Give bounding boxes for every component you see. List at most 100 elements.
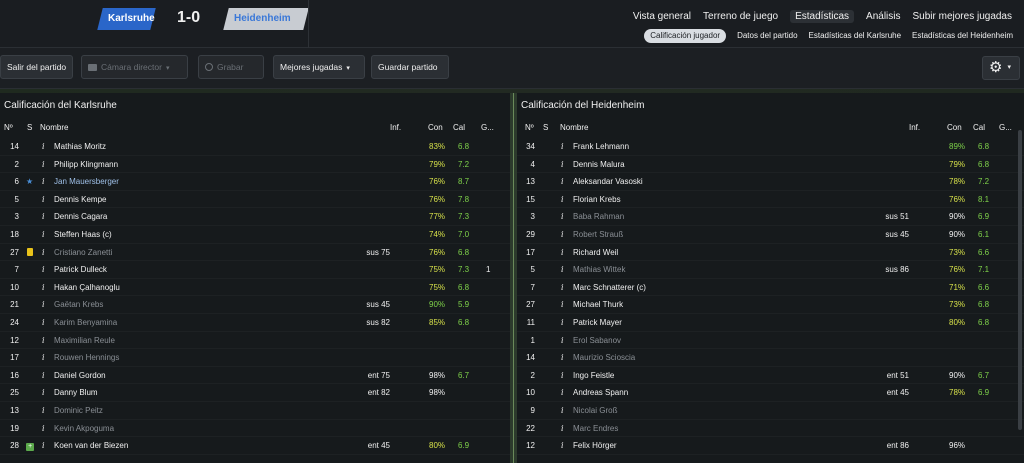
col-number[interactable]: Nº <box>525 123 534 132</box>
player-info-icon[interactable]: i <box>42 283 45 292</box>
player-name[interactable]: Erol Sabanov <box>573 336 621 345</box>
table-row[interactable]: 1 i Erol Sabanov <box>517 332 1024 350</box>
table-row[interactable]: 10 i Andreas Spann ent 45 78% 6.9 <box>517 384 1024 402</box>
player-name[interactable]: Philipp Klingmann <box>54 160 118 169</box>
table-row[interactable]: 10 i Hakan Çalhanoglu 75% 6.8 <box>0 279 510 297</box>
player-info-icon[interactable]: i <box>561 248 564 257</box>
player-name[interactable]: Hakan Çalhanoglu <box>54 283 120 292</box>
table-row[interactable]: 19 i Kevin Akpoguma <box>0 420 510 438</box>
player-info-icon[interactable]: i <box>42 230 45 239</box>
player-name[interactable]: Florian Krebs <box>573 195 621 204</box>
player-name[interactable]: Maurizio Scioscia <box>573 353 635 362</box>
player-info-icon[interactable]: i <box>42 177 45 186</box>
player-info-icon[interactable]: i <box>561 283 564 292</box>
table-row[interactable]: 22 i Marc Endres <box>517 420 1024 438</box>
settings-menu-button[interactable]: ⚙ ▾ <box>982 56 1020 80</box>
tab-subir-mejores-jugadas[interactable]: Subir mejores jugadas <box>913 11 1013 23</box>
player-name[interactable]: Marc Schnatterer (c) <box>573 283 646 292</box>
table-row[interactable]: 27 i Michael Thurk 73% 6.8 <box>517 296 1024 314</box>
player-name[interactable]: Dennis Kempe <box>54 195 106 204</box>
player-name[interactable]: Frank Lehmann <box>573 142 629 151</box>
home-team-badge[interactable]: Karlsruhe <box>97 8 156 30</box>
player-info-icon[interactable]: i <box>561 230 564 239</box>
col-con[interactable]: Con <box>947 123 962 132</box>
table-row[interactable]: 21 i Gaëtan Krebs sus 45 90% 5.9 <box>0 296 510 314</box>
table-row[interactable]: 28 + i Koen van der Biezen ent 45 80% 6.9 <box>0 437 510 455</box>
player-name[interactable]: Ingo Feistle <box>573 371 614 380</box>
table-row[interactable]: 14 i Maurizio Scioscia <box>517 349 1024 367</box>
player-info-icon[interactable]: i <box>561 160 564 169</box>
player-name[interactable]: Cristiano Zanetti <box>54 248 112 257</box>
subtab-estadisticas-heidenheim[interactable]: Estadísticas del Heidenheim <box>912 29 1013 43</box>
away-team-badge[interactable]: Heidenheim <box>223 8 309 30</box>
table-row[interactable]: 3 i Dennis Cagara 77% 7.3 <box>0 208 510 226</box>
player-info-icon[interactable]: i <box>561 177 564 186</box>
table-row[interactable]: 24 i Karim Benyamina sus 82 85% 6.8 <box>0 314 510 332</box>
player-name[interactable]: Jan Mauersberger <box>54 177 119 186</box>
player-info-icon[interactable]: i <box>42 388 45 397</box>
tab-analisis[interactable]: Análisis <box>866 11 900 23</box>
player-name[interactable]: Aleksandar Vasoski <box>573 177 643 186</box>
exit-match-button[interactable]: Salir del partido <box>0 55 74 79</box>
player-info-icon[interactable]: i <box>561 371 564 380</box>
table-row[interactable]: 27 i Cristiano Zanetti sus 75 76% 6.8 <box>0 244 510 262</box>
table-row[interactable]: 11 i Patrick Mayer 80% 6.8 <box>517 314 1024 332</box>
player-name[interactable]: Richard Weil <box>573 248 618 257</box>
table-row[interactable]: 34 i Frank Lehmann 89% 6.8 <box>517 138 1024 156</box>
highlights-dropdown[interactable]: Mejores jugadas ▾ <box>273 55 365 79</box>
player-name[interactable]: Steffen Haas (c) <box>54 230 112 239</box>
player-name[interactable]: Felix Hörger <box>573 441 617 450</box>
player-info-icon[interactable]: i <box>561 142 564 151</box>
tab-terreno-de-juego[interactable]: Terreno de juego <box>703 11 778 23</box>
player-info-icon[interactable]: i <box>561 406 564 415</box>
player-info-icon[interactable]: i <box>42 353 45 362</box>
table-row[interactable]: 9 i Nicolai Groß <box>517 402 1024 420</box>
player-info-icon[interactable]: i <box>561 441 564 450</box>
player-info-icon[interactable]: i <box>42 160 45 169</box>
table-row[interactable]: 14 i Mathias Moritz 83% 6.8 <box>0 138 510 156</box>
player-name[interactable]: Rouwen Hennings <box>54 353 119 362</box>
player-info-icon[interactable]: i <box>42 212 45 221</box>
table-row[interactable]: 17 i Richard Weil 73% 6.6 <box>517 244 1024 262</box>
player-name[interactable]: Marc Endres <box>573 424 618 433</box>
col-info[interactable]: Inf. <box>390 123 401 132</box>
player-name[interactable]: Maximilian Reule <box>54 336 115 345</box>
player-info-icon[interactable]: i <box>561 300 564 309</box>
camera-director-dropdown[interactable]: Cámara director ▾ <box>81 55 188 79</box>
record-button[interactable]: Grabar <box>198 55 264 79</box>
player-info-icon[interactable]: i <box>42 371 45 380</box>
tab-estadisticas[interactable]: Estadísticas <box>790 10 855 23</box>
table-row[interactable]: 13 i Dominic Peitz <box>0 402 510 420</box>
table-row[interactable]: 3 i Baba Rahman sus 51 90% 6.9 <box>517 208 1024 226</box>
col-name[interactable]: Nombre <box>560 123 588 132</box>
player-info-icon[interactable]: i <box>42 265 45 274</box>
subtab-datos-del-partido[interactable]: Datos del partido <box>737 29 797 43</box>
player-name[interactable]: Mathias Wittek <box>573 265 625 274</box>
subtab-calificacion-jugador[interactable]: Calificación jugador <box>644 29 727 43</box>
col-cal[interactable]: Cal <box>453 123 465 132</box>
table-row[interactable]: 15 i Florian Krebs 76% 8.1 <box>517 191 1024 209</box>
player-name[interactable]: Nicolai Groß <box>573 406 617 415</box>
player-name[interactable]: Danny Blum <box>54 388 98 397</box>
col-status[interactable]: S <box>27 123 32 132</box>
table-row[interactable]: 7 i Marc Schnatterer (c) 71% 6.6 <box>517 279 1024 297</box>
player-info-icon[interactable]: i <box>561 265 564 274</box>
player-info-icon[interactable]: i <box>42 406 45 415</box>
table-row[interactable]: 5 i Dennis Kempe 76% 7.8 <box>0 191 510 209</box>
player-name[interactable]: Robert Strauß <box>573 230 623 239</box>
scrollbar[interactable] <box>1018 130 1022 430</box>
player-name[interactable]: Daniel Gordon <box>54 371 106 380</box>
col-cal[interactable]: Cal <box>973 123 985 132</box>
player-info-icon[interactable]: i <box>561 195 564 204</box>
player-name[interactable]: Patrick Dulleck <box>54 265 107 274</box>
player-info-icon[interactable]: i <box>42 142 45 151</box>
player-info-icon[interactable]: i <box>42 336 45 345</box>
player-info-icon[interactable]: i <box>561 424 564 433</box>
player-info-icon[interactable]: i <box>42 300 45 309</box>
table-row[interactable]: 25 i Danny Blum ent 82 98% <box>0 384 510 402</box>
player-name[interactable]: Michael Thurk <box>573 300 623 309</box>
col-number[interactable]: Nº <box>4 123 13 132</box>
table-row[interactable]: 6 ★ i Jan Mauersberger 76% 8.7 <box>0 173 510 191</box>
player-info-icon[interactable]: i <box>561 353 564 362</box>
table-row[interactable]: 18 i Steffen Haas (c) 74% 7.0 <box>0 226 510 244</box>
